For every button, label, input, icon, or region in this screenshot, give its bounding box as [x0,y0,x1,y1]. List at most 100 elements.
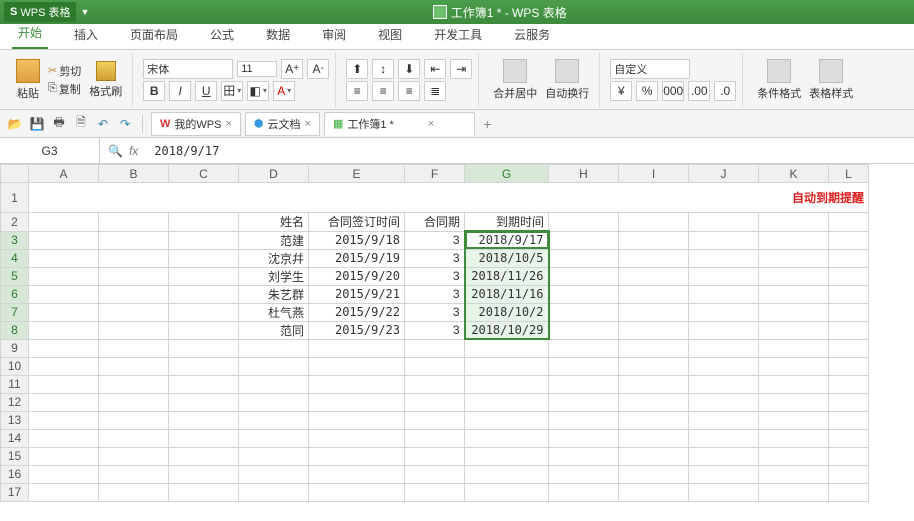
cell-J14[interactable] [689,429,759,447]
cell-G17[interactable] [465,483,549,501]
print-preview-icon[interactable]: 🗎 [72,115,90,133]
cell-I12[interactable] [619,393,689,411]
cell-B5[interactable] [99,267,169,285]
cell-C6[interactable] [169,285,239,303]
cell-D8[interactable]: 范同 [239,321,309,339]
cell-D15[interactable] [239,447,309,465]
cell-B9[interactable] [99,339,169,357]
cell-F3[interactable]: 3 [405,231,465,249]
row-header-11[interactable]: 11 [1,375,29,393]
col-header-H[interactable]: H [549,165,619,183]
cell-I17[interactable] [619,483,689,501]
cell-E12[interactable] [309,393,405,411]
cell-F12[interactable] [405,393,465,411]
cell-E10[interactable] [309,357,405,375]
cell-A3[interactable] [29,231,99,249]
col-header-G[interactable]: G [465,165,549,183]
align-bottom-button[interactable]: ⬇ [398,59,420,79]
cell-B13[interactable] [99,411,169,429]
cell-F14[interactable] [405,429,465,447]
font-name-select[interactable]: 宋体 [143,59,233,79]
bold-button[interactable]: B [143,81,165,101]
cell-C15[interactable] [169,447,239,465]
cell-A6[interactable] [29,285,99,303]
cell-J17[interactable] [689,483,759,501]
cell-J6[interactable] [689,285,759,303]
cell-C5[interactable] [169,267,239,285]
cell-L10[interactable] [829,357,869,375]
cell-F15[interactable] [405,447,465,465]
cell-C9[interactable] [169,339,239,357]
cell-D10[interactable] [239,357,309,375]
cell-E17[interactable] [309,483,405,501]
cell-A8[interactable] [29,321,99,339]
cell-C13[interactable] [169,411,239,429]
cell-A17[interactable] [29,483,99,501]
cell-H4[interactable] [549,249,619,267]
italic-button[interactable]: I [169,81,191,101]
cell-J5[interactable] [689,267,759,285]
row-header-2[interactable]: 2 [1,213,29,232]
align-center-button[interactable]: ≡ [372,81,394,101]
cell-K7[interactable] [759,303,829,321]
col-header-A[interactable]: A [29,165,99,183]
paste-button[interactable]: 粘贴 [12,57,44,103]
cell-J8[interactable] [689,321,759,339]
menu-formula[interactable]: 公式 [204,22,240,49]
comma-button[interactable]: 000 [662,81,684,101]
fill-color-button[interactable]: ◧▾ [247,81,269,101]
increase-font-button[interactable]: A+ [281,59,303,79]
cell-I14[interactable] [619,429,689,447]
select-all-corner[interactable] [1,165,29,183]
cell-B14[interactable] [99,429,169,447]
percent-button[interactable]: % [636,81,658,101]
cell-H10[interactable] [549,357,619,375]
cell-D12[interactable] [239,393,309,411]
col-header-F[interactable]: F [405,165,465,183]
search-icon[interactable]: 🔍 [108,144,123,158]
cell-H2[interactable] [549,213,619,232]
cell-L7[interactable] [829,303,869,321]
row-header-15[interactable]: 15 [1,447,29,465]
indent-increase-button[interactable]: ⇥ [450,59,472,79]
cell-D5[interactable]: 刘学生 [239,267,309,285]
row-header-5[interactable]: 5 [1,267,29,285]
cell-A9[interactable] [29,339,99,357]
cell-I6[interactable] [619,285,689,303]
cell-E13[interactable] [309,411,405,429]
conditional-format-button[interactable]: 条件格式 [753,57,805,103]
row-header-16[interactable]: 16 [1,465,29,483]
cell-J12[interactable] [689,393,759,411]
cell-E9[interactable] [309,339,405,357]
col-header-D[interactable]: D [239,165,309,183]
row-header-6[interactable]: 6 [1,285,29,303]
cell-I7[interactable] [619,303,689,321]
cell-I5[interactable] [619,267,689,285]
add-tab-button[interactable]: + [483,116,491,132]
align-middle-button[interactable]: ↕ [372,59,394,79]
currency-button[interactable]: ¥ [610,81,632,101]
cell-L6[interactable] [829,285,869,303]
cell-J10[interactable] [689,357,759,375]
cell-I8[interactable] [619,321,689,339]
cell-G7[interactable]: 2018/10/2 [465,303,549,321]
cell-F11[interactable] [405,375,465,393]
cell-E4[interactable]: 2015/9/19 [309,249,405,267]
close-icon[interactable]: × [305,118,311,130]
number-format-select[interactable]: 自定义 [610,59,690,79]
cell-H8[interactable] [549,321,619,339]
cell-D6[interactable]: 朱艺群 [239,285,309,303]
menu-insert[interactable]: 插入 [68,22,104,49]
app-logo[interactable]: WPS 表格 [4,2,76,22]
cell-L9[interactable] [829,339,869,357]
cell-E2[interactable]: 合同签订时间 [309,213,405,232]
row-header-13[interactable]: 13 [1,411,29,429]
cell-K4[interactable] [759,249,829,267]
cell-G9[interactable] [465,339,549,357]
cell-K14[interactable] [759,429,829,447]
undo-icon[interactable]: ↶ [94,115,112,133]
cell-E3[interactable]: 2015/9/18 [309,231,405,249]
cell-L13[interactable] [829,411,869,429]
cell-B2[interactable] [99,213,169,232]
cell-F2[interactable]: 合同期 [405,213,465,232]
